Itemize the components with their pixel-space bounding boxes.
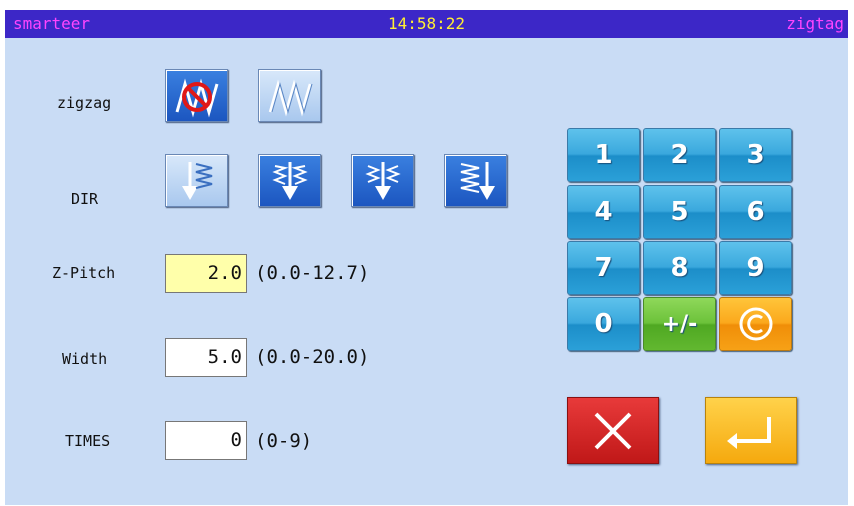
key-0[interactable]: 0 <box>567 297 640 351</box>
key-3[interactable]: 3 <box>719 128 792 182</box>
zigzag-right-down-icon <box>460 161 495 200</box>
key-1[interactable]: 1 <box>567 128 640 182</box>
clock: 14:58:22 <box>387 14 466 33</box>
clear-icon <box>739 307 772 341</box>
pitch-label: Z-Pitch <box>52 264 116 282</box>
dir-zigzag-down-button[interactable] <box>165 154 228 207</box>
times-label: TIMES <box>65 432 111 450</box>
dir-center-alt-button[interactable] <box>351 154 414 207</box>
key-2[interactable]: 2 <box>643 128 716 182</box>
sign-button[interactable]: +/- <box>643 297 716 351</box>
cancel-button[interactable] <box>567 397 659 464</box>
zigzag-down-arrow-icon <box>181 161 212 200</box>
pitch-range: (0.0-12.7) <box>255 262 370 284</box>
zigzag-off-button[interactable] <box>165 69 228 122</box>
center-down-arrow-alt-icon <box>364 161 401 200</box>
key-6[interactable]: 6 <box>719 185 792 239</box>
dir-label: DIR <box>71 190 99 208</box>
times-field[interactable]: 0 <box>165 421 247 460</box>
times-range: (0-9) <box>255 430 313 452</box>
center-down-arrow-icon <box>271 161 308 200</box>
key-5[interactable]: 5 <box>643 185 716 239</box>
zigzag-icon <box>268 78 312 117</box>
zigzag-disabled-icon <box>175 78 218 117</box>
key-4[interactable]: 4 <box>567 185 640 239</box>
width-field[interactable]: 5.0 <box>165 338 247 377</box>
title-bar: smarteer 14:58:22 zigtag <box>5 10 848 38</box>
enter-icon <box>727 416 771 449</box>
width-label: Width <box>62 350 108 368</box>
zigzag-label: zigzag <box>57 94 112 112</box>
key-7[interactable]: 7 <box>567 241 640 295</box>
clear-button[interactable] <box>719 297 792 351</box>
width-range: (0.0-20.0) <box>255 346 370 368</box>
mode-title: zigtag <box>786 14 844 33</box>
dir-right-button[interactable] <box>444 154 507 207</box>
dir-center-button[interactable] <box>258 154 321 207</box>
pitch-field[interactable]: 2.0 <box>165 254 247 293</box>
screen: smarteer 14:58:22 zigtag zigzag DIR Z-Pi… <box>5 10 848 505</box>
close-icon <box>594 412 632 449</box>
key-8[interactable]: 8 <box>643 241 716 295</box>
key-9[interactable]: 9 <box>719 241 792 295</box>
zigzag-on-button[interactable] <box>258 69 321 122</box>
enter-button[interactable] <box>705 397 797 464</box>
